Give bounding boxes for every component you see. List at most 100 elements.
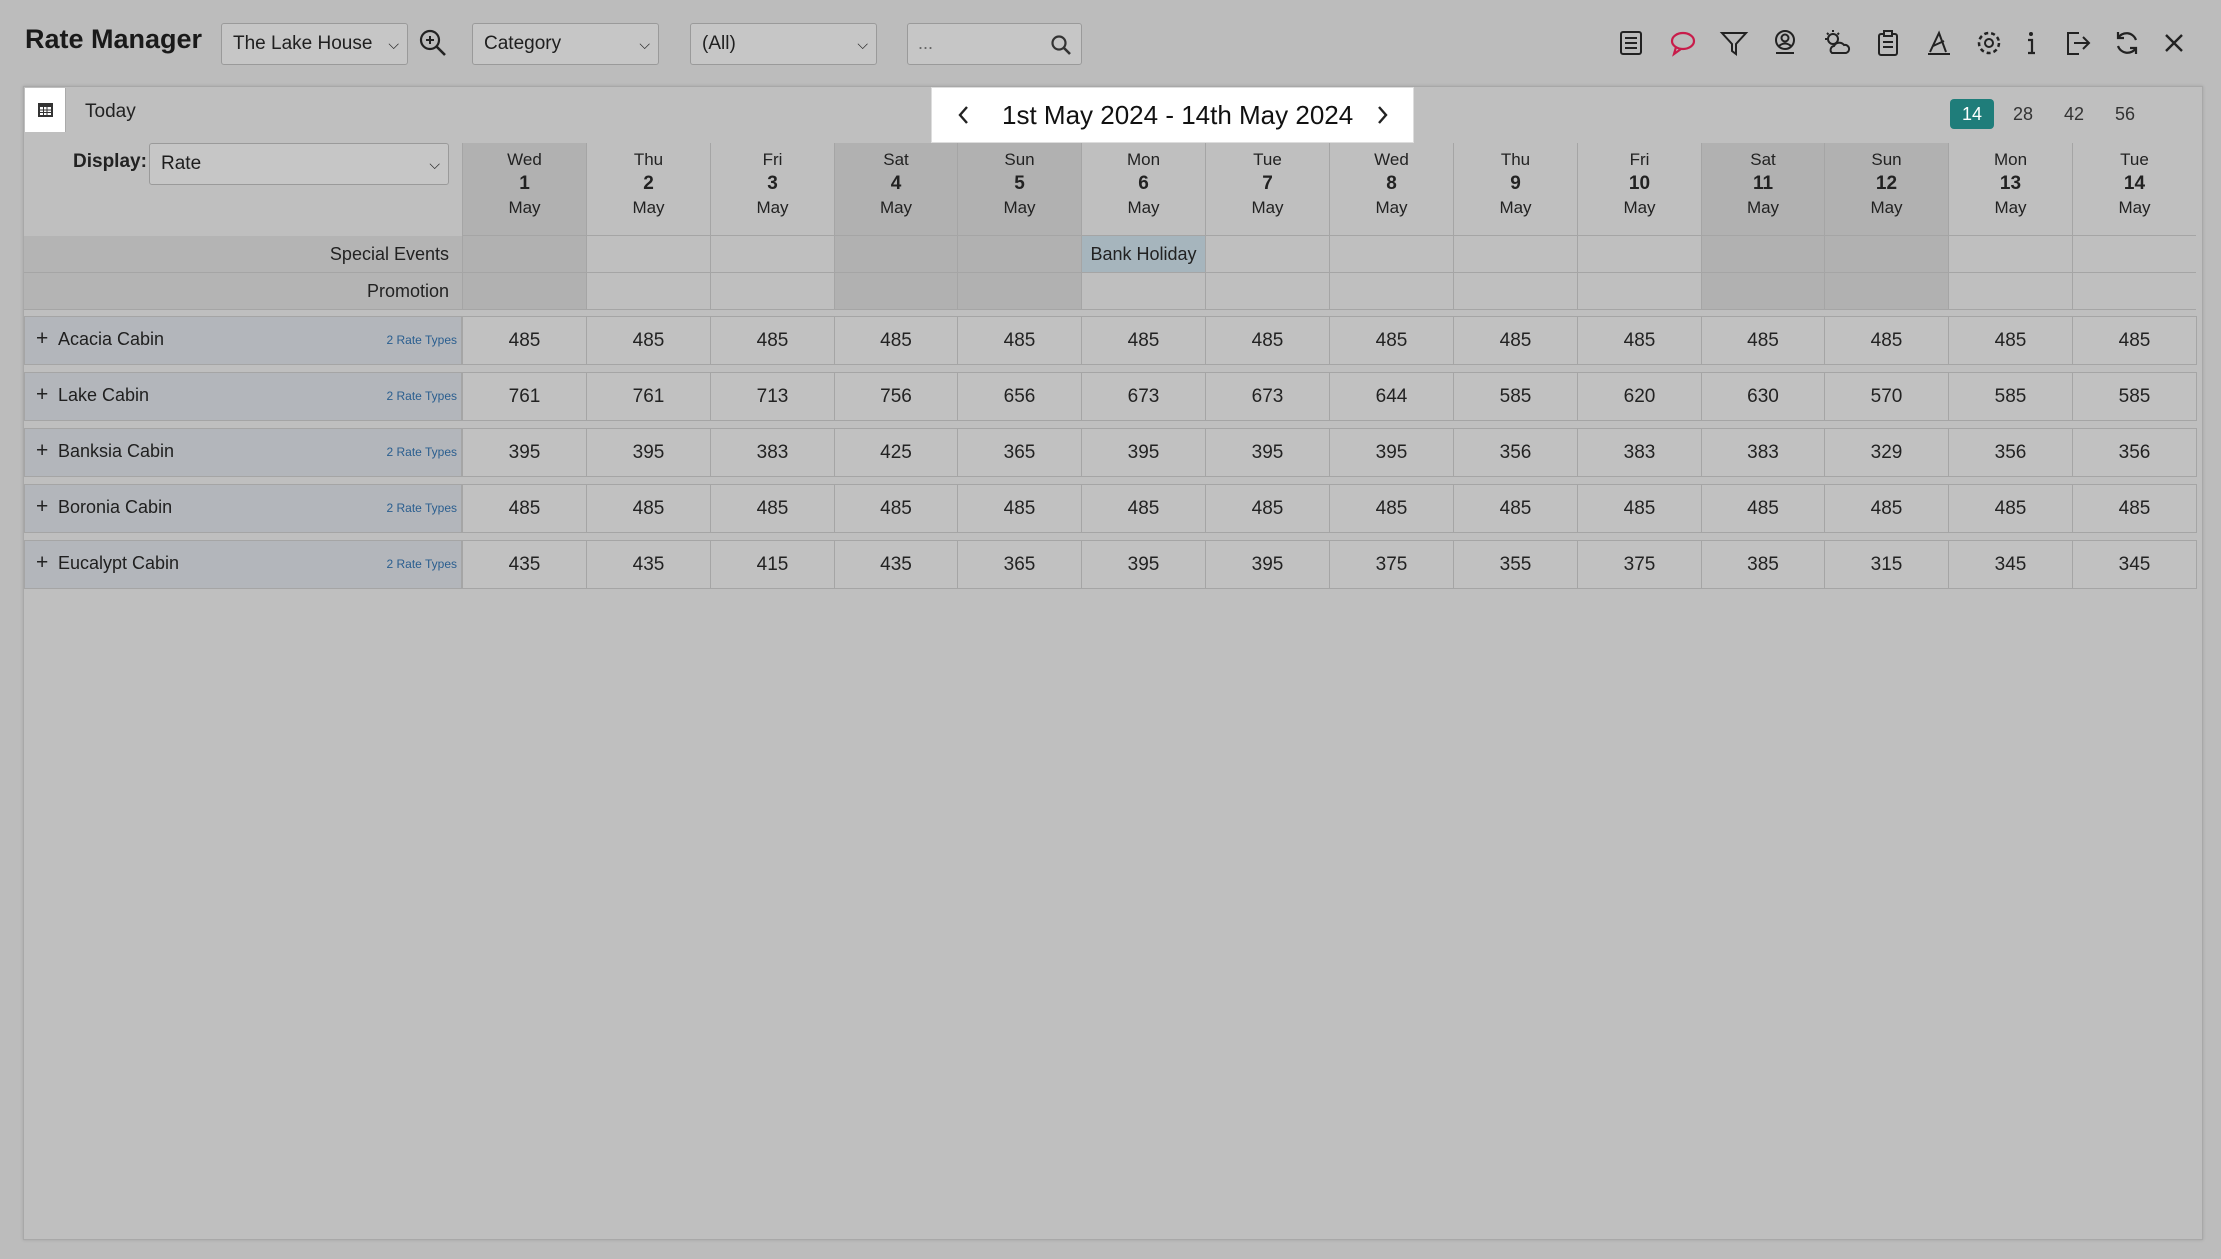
event-cell[interactable]: [1701, 236, 1824, 273]
rate-cell[interactable]: 485: [1701, 484, 1824, 533]
event-cell[interactable]: [1329, 236, 1453, 273]
rate-cell[interactable]: 383: [1577, 428, 1701, 477]
expand-icon[interactable]: +: [36, 439, 48, 463]
rate-cell[interactable]: 673: [1081, 372, 1205, 421]
settings-icon[interactable]: [1974, 28, 2004, 58]
rate-cell[interactable]: 585: [1948, 372, 2072, 421]
event-cell[interactable]: [1824, 236, 1948, 273]
rate-cell[interactable]: 355: [1453, 540, 1577, 589]
rate-cell[interactable]: 485: [1205, 484, 1329, 533]
rate-cell[interactable]: 329: [1824, 428, 1948, 477]
event-cell[interactable]: [957, 273, 1081, 310]
rate-cell[interactable]: 356: [2072, 428, 2196, 477]
rate-types-link[interactable]: 2 Rate Types: [387, 557, 458, 571]
event-cell[interactable]: [2072, 273, 2196, 310]
rate-cell[interactable]: 365: [957, 428, 1081, 477]
rate-cell[interactable]: 315: [1824, 540, 1948, 589]
rate-cell[interactable]: 415: [710, 540, 834, 589]
event-cell[interactable]: [834, 273, 957, 310]
rate-cell[interactable]: 620: [1577, 372, 1701, 421]
rate-cell[interactable]: 485: [1577, 484, 1701, 533]
close-icon[interactable]: [2159, 28, 2189, 58]
rate-cell[interactable]: 656: [957, 372, 1081, 421]
guest-icon[interactable]: [1770, 28, 1800, 58]
rate-cell[interactable]: 485: [1329, 484, 1453, 533]
event-cell[interactable]: [710, 236, 834, 273]
rate-cell[interactable]: 485: [957, 316, 1081, 365]
event-cell[interactable]: [586, 236, 710, 273]
rate-cell[interactable]: 485: [957, 484, 1081, 533]
rate-cell[interactable]: 673: [1205, 372, 1329, 421]
rate-cell[interactable]: 395: [1081, 540, 1205, 589]
chat-icon[interactable]: [1668, 28, 1698, 58]
refresh-icon[interactable]: [2112, 28, 2142, 58]
rate-cell[interactable]: 570: [1824, 372, 1948, 421]
event-cell[interactable]: [1577, 236, 1701, 273]
expand-icon[interactable]: +: [36, 551, 48, 575]
rate-cell[interactable]: 395: [1205, 540, 1329, 589]
rate-cell[interactable]: 761: [586, 372, 710, 421]
search-input[interactable]: ...: [907, 23, 1082, 65]
rate-types-link[interactable]: 2 Rate Types: [387, 501, 458, 515]
rate-cell[interactable]: 485: [710, 316, 834, 365]
rate-cell[interactable]: 375: [1577, 540, 1701, 589]
rate-cell[interactable]: 383: [1701, 428, 1824, 477]
rate-cell[interactable]: 485: [462, 484, 586, 533]
event-cell[interactable]: [1205, 236, 1329, 273]
filter-icon[interactable]: [1719, 28, 1749, 58]
span-option-56[interactable]: 56: [2103, 99, 2147, 129]
chevron-right-icon[interactable]: [1372, 102, 1392, 128]
rate-cell[interactable]: 761: [462, 372, 586, 421]
rate-cell[interactable]: 485: [586, 484, 710, 533]
span-option-28[interactable]: 28: [2001, 99, 2045, 129]
grouping-select[interactable]: Category ⌵: [472, 23, 659, 65]
chevron-left-icon[interactable]: [954, 102, 974, 128]
logout-icon[interactable]: [2063, 28, 2093, 58]
rate-cell[interactable]: 485: [1577, 316, 1701, 365]
rate-types-link[interactable]: 2 Rate Types: [387, 333, 458, 347]
rate-cell[interactable]: 356: [1453, 428, 1577, 477]
event-cell[interactable]: [1453, 236, 1577, 273]
category-filter-select[interactable]: (All) ⌵: [690, 23, 877, 65]
display-select[interactable]: Rate ⌵: [149, 143, 449, 185]
rate-cell[interactable]: 713: [710, 372, 834, 421]
rate-cell[interactable]: 485: [1453, 316, 1577, 365]
rate-cell[interactable]: 485: [1824, 316, 1948, 365]
event-cell[interactable]: [1453, 273, 1577, 310]
rate-types-link[interactable]: 2 Rate Types: [387, 445, 458, 459]
rate-cell[interactable]: 375: [1329, 540, 1453, 589]
rate-cell[interactable]: 485: [710, 484, 834, 533]
rate-cell[interactable]: 485: [1205, 316, 1329, 365]
rate-cell[interactable]: 435: [586, 540, 710, 589]
rate-cell[interactable]: 385: [1701, 540, 1824, 589]
event-cell[interactable]: [957, 236, 1081, 273]
rate-cell[interactable]: 485: [1453, 484, 1577, 533]
special-event-badge[interactable]: Bank Holiday: [1081, 236, 1205, 273]
span-option-14[interactable]: 14: [1950, 99, 1994, 129]
event-cell[interactable]: [1081, 273, 1205, 310]
rate-cell[interactable]: 365: [957, 540, 1081, 589]
rate-cell[interactable]: 383: [710, 428, 834, 477]
rate-cell[interactable]: 345: [1948, 540, 2072, 589]
rate-cell[interactable]: 395: [1081, 428, 1205, 477]
report-icon[interactable]: [1616, 28, 1646, 58]
event-cell[interactable]: [834, 236, 957, 273]
rate-cell[interactable]: 485: [586, 316, 710, 365]
event-cell[interactable]: [710, 273, 834, 310]
rate-cell[interactable]: 425: [834, 428, 957, 477]
rate-cell[interactable]: 395: [1329, 428, 1453, 477]
search-icon[interactable]: [1050, 34, 1072, 56]
property-select[interactable]: The Lake House ⌵: [221, 23, 408, 65]
event-cell[interactable]: [1205, 273, 1329, 310]
rate-cell[interactable]: 435: [462, 540, 586, 589]
rate-cell[interactable]: 435: [834, 540, 957, 589]
rate-cell[interactable]: 485: [834, 316, 957, 365]
info-icon[interactable]: [2016, 28, 2046, 58]
event-cell[interactable]: [1577, 273, 1701, 310]
rate-cell[interactable]: 585: [2072, 372, 2196, 421]
rate-cell[interactable]: 485: [1329, 316, 1453, 365]
today-button[interactable]: Today: [85, 101, 136, 123]
weather-icon[interactable]: [1822, 28, 1852, 58]
event-cell[interactable]: [462, 236, 586, 273]
event-cell[interactable]: [1948, 236, 2072, 273]
